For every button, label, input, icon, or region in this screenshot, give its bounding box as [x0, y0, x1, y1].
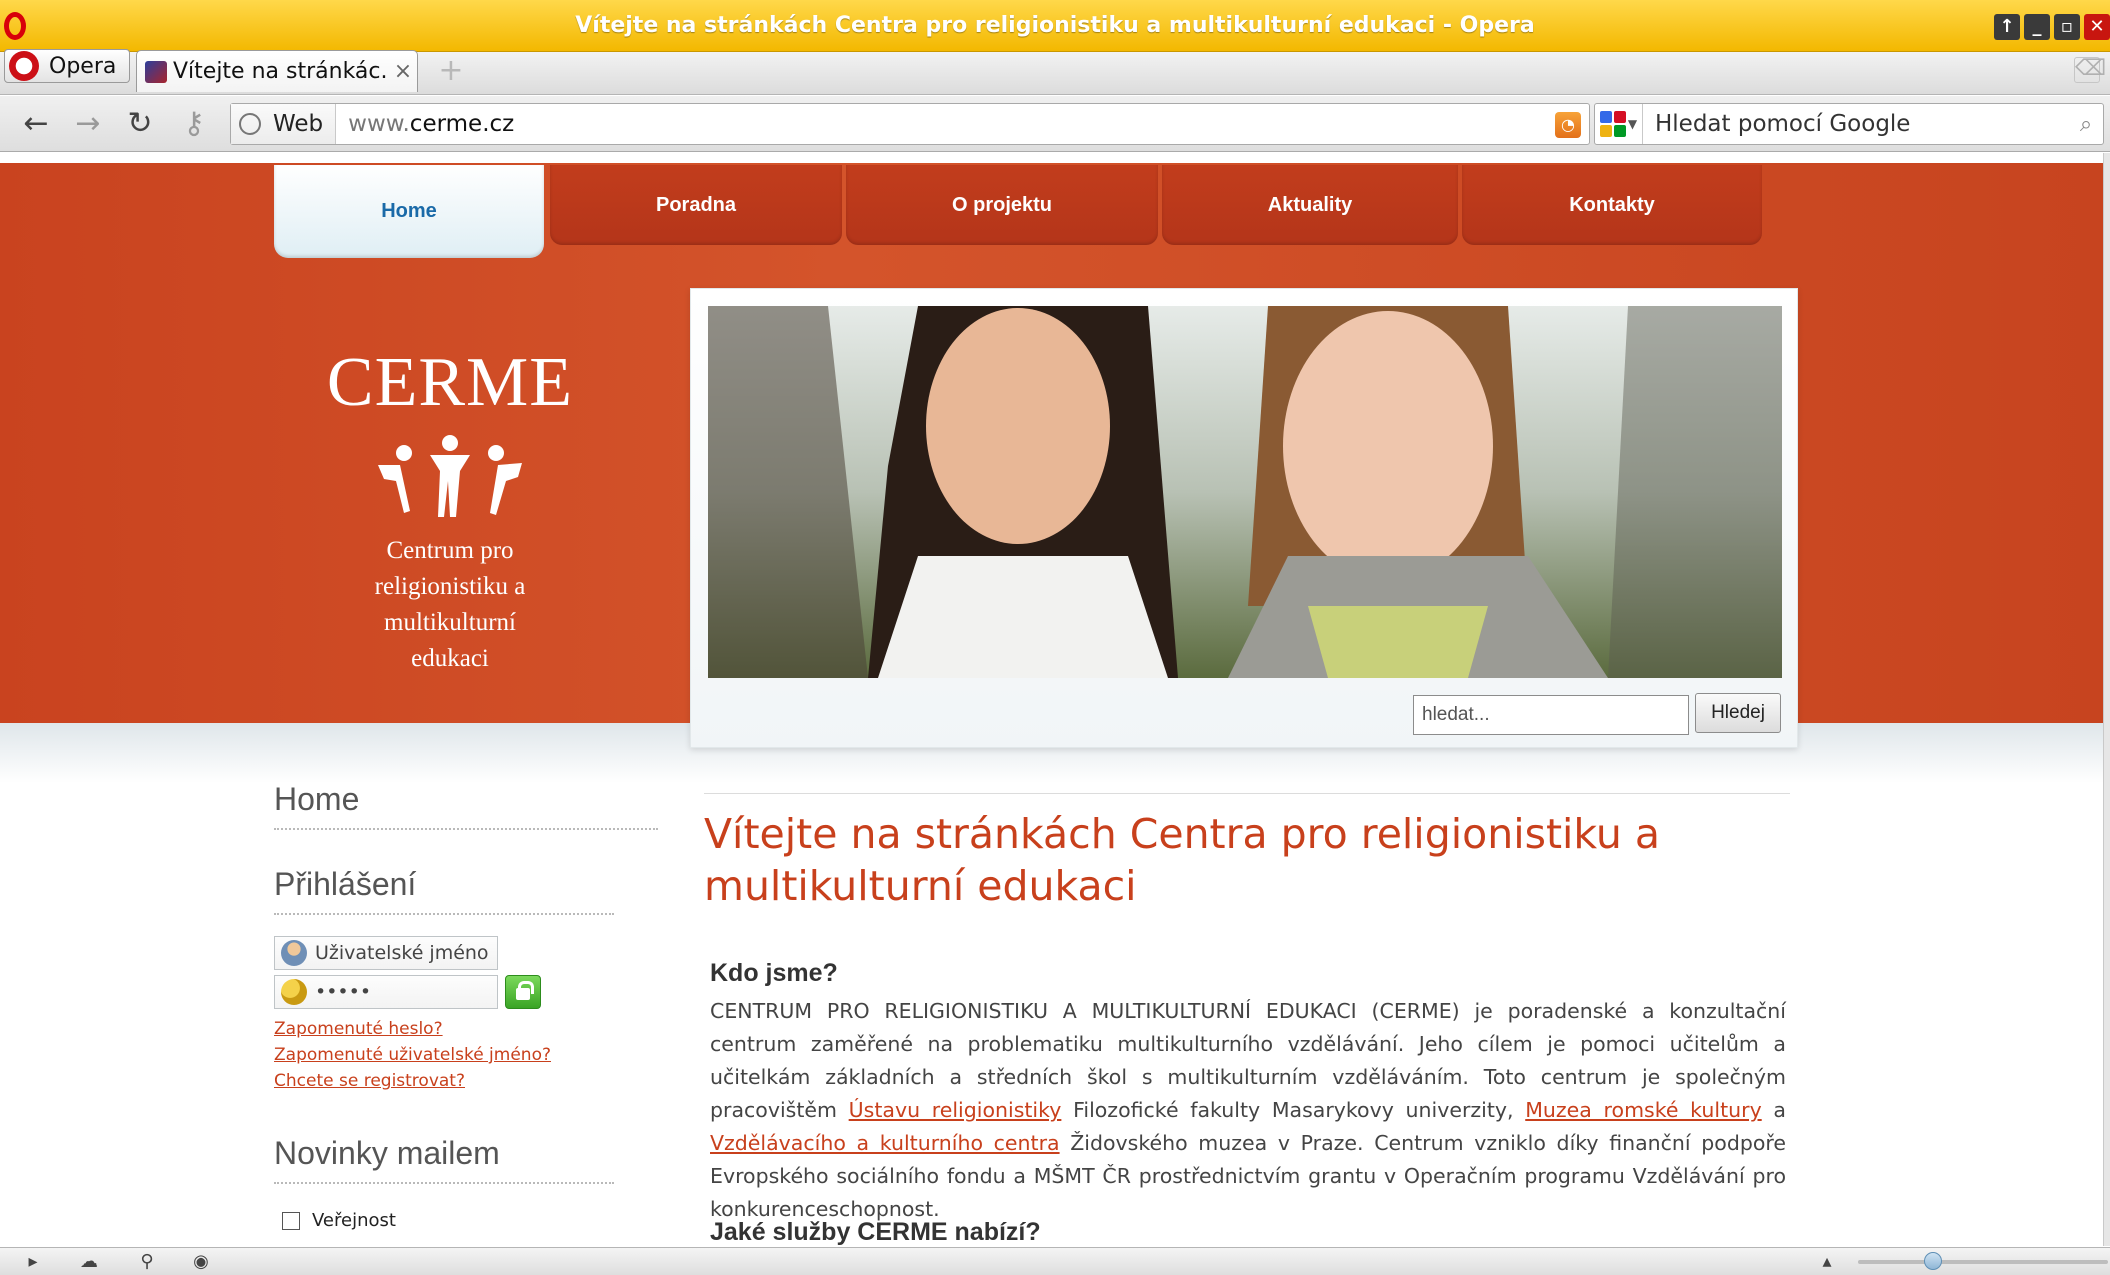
window-titlebar: Vítejte na stránkách Centra pro religion…: [0, 0, 2110, 52]
window-title: Vítejte na stránkách Centra pro religion…: [575, 13, 1535, 38]
window-close-button[interactable]: ✕: [2084, 14, 2110, 40]
search-engine-selector[interactable]: ▼: [1595, 104, 1643, 144]
url-domain: cerme.cz: [409, 111, 515, 137]
key-icon[interactable]: ⚷: [176, 106, 212, 142]
google-search-field[interactable]: ▼ Hledat pomocí Google ⌕: [1594, 103, 2104, 145]
site-nav-home[interactable]: Home: [274, 165, 544, 258]
web-page: Home Poradna O projektu Aktuality Kontak…: [0, 153, 2103, 1246]
forgot-password-link[interactable]: Zapomenuté heslo?: [274, 1019, 443, 1039]
page-scrollbar[interactable]: [2103, 153, 2110, 1246]
news-title: Novinky mailem: [274, 1135, 614, 1184]
url-prefix: www.: [348, 111, 410, 137]
site-favicon-icon: [145, 60, 167, 83]
sidebar-login-heading: Přihlášení: [274, 866, 614, 915]
register-link[interactable]: Chcete se registrovat?: [274, 1071, 465, 1091]
section-heading-services: Jaké služby CERME nabízí?: [710, 1218, 1041, 1246]
paragraph-text: a: [1761, 1098, 1786, 1122]
intro-paragraph: CENTRUM PRO RELIGIONISTIKU A MULTIKULTUR…: [710, 995, 1786, 1226]
newsletter-option-label: Veřejnost: [312, 1210, 396, 1231]
site-nav-kontakty[interactable]: Kontakty: [1462, 165, 1762, 245]
sidebar-news-heading: Novinky mailem: [274, 1135, 614, 1184]
zoom-slider-knob[interactable]: [1924, 1252, 1942, 1270]
site-nav-poradna[interactable]: Poradna: [550, 165, 842, 245]
newsletter-option[interactable]: Veřejnost: [282, 1210, 396, 1231]
google-icon: [1599, 111, 1626, 137]
tagline-line: religionistiku a: [374, 573, 526, 600]
browser-tab-active[interactable]: Vítejte na stránkác... ×: [136, 50, 418, 92]
panel-toggle-icon[interactable]: ▸: [22, 1251, 44, 1273]
banner-photo: [708, 306, 1782, 678]
link-muzeum-romske-kultury[interactable]: Muzea romské kultury: [1525, 1098, 1761, 1122]
site-nav-o-projektu[interactable]: O projektu: [846, 165, 1158, 245]
zoom-slider[interactable]: [1858, 1252, 2108, 1270]
google-search-placeholder: Hledat pomocí Google: [1655, 111, 1911, 137]
window-restore-button[interactable]: ▫: [2054, 14, 2080, 40]
password-mask: •••••: [315, 981, 372, 1003]
forward-icon[interactable]: →: [70, 106, 106, 142]
closed-tabs-icon[interactable]: ⌫: [2074, 57, 2106, 83]
tagline-line: multikulturní: [384, 609, 516, 636]
link-vzdelavaci-centrum[interactable]: Vzdělávacího a kulturního centra: [710, 1131, 1060, 1155]
site-logo[interactable]: CERME Centrum pro religionistiku a multi…: [300, 343, 600, 677]
rss-feed-icon[interactable]: ◔: [1555, 112, 1581, 138]
newsletter-checkbox[interactable]: [282, 1211, 300, 1230]
user-icon: [281, 940, 307, 966]
search-icon[interactable]: ⌕: [2069, 112, 2103, 137]
forgot-username-link[interactable]: Zapomenuté uživatelské jméno?: [274, 1045, 551, 1065]
back-icon[interactable]: ←: [18, 106, 54, 142]
window-up-icon[interactable]: ↑: [1994, 14, 2020, 40]
unite-icon[interactable]: ⚲: [136, 1251, 158, 1273]
zoom-menu-icon[interactable]: ▴: [1816, 1251, 1838, 1273]
tab-close-icon[interactable]: ×: [389, 59, 417, 84]
tagline-line: Centrum pro: [386, 537, 514, 564]
site-nav-aktuality[interactable]: Aktuality: [1162, 165, 1458, 245]
section-heading-who: Kdo jsme?: [710, 959, 838, 987]
site-info-button[interactable]: Web: [231, 104, 337, 144]
username-placeholder: Uživatelské jméno: [315, 942, 489, 964]
window-minimize-button[interactable]: _: [2024, 14, 2050, 40]
paragraph-text: Filozofické fakulty Masarykovy univerzit…: [1061, 1098, 1526, 1122]
logo-tagline: Centrum pro religionistiku a multikultur…: [300, 533, 600, 677]
status-bar: ▸ ☁ ⚲ ◉ ▴: [0, 1247, 2110, 1275]
new-tab-icon[interactable]: +: [437, 56, 465, 87]
opera-icon: [9, 51, 39, 81]
password-field[interactable]: •••••: [274, 975, 498, 1009]
page-title: Vítejte na stránkách Centra pro religion…: [704, 810, 1661, 910]
cloud-icon[interactable]: ☁: [78, 1251, 100, 1273]
content-divider: [704, 793, 1790, 794]
key-icon: [281, 979, 307, 1005]
link-ustav-religionistiky[interactable]: Ústavu religionistiky: [849, 1098, 1062, 1122]
login-lock-button[interactable]: [505, 975, 541, 1009]
username-field[interactable]: Uživatelské jméno: [274, 936, 498, 970]
login-title: Přihlášení: [274, 866, 614, 915]
site-search-input[interactable]: hledat...: [1413, 695, 1689, 735]
banner-frame: hledat... Hledej: [690, 288, 1798, 748]
web-label: Web: [273, 111, 324, 137]
logo-brand: CERME: [326, 344, 574, 421]
tab-title: Vítejte na stránkác...: [173, 59, 389, 84]
site-search-button[interactable]: Hledej: [1695, 693, 1781, 733]
turbo-icon[interactable]: ◉: [190, 1251, 212, 1273]
navigation-toolbar: ← → ↻ ⚷ Web www. cerme.cz ◔ ▼ Hledat pom…: [0, 96, 2110, 152]
opera-menu-label: Opera: [49, 53, 117, 79]
sidebar-home-title[interactable]: Home: [274, 781, 658, 830]
sidebar-home-heading: Home: [274, 781, 658, 830]
address-bar[interactable]: Web www. cerme.cz ◔: [230, 103, 1590, 145]
globe-icon: [239, 113, 261, 135]
tagline-line: edukaci: [411, 645, 489, 672]
reload-icon[interactable]: ↻: [122, 106, 158, 142]
people-figures-icon: [378, 435, 522, 517]
opera-menu-button[interactable]: Opera: [4, 49, 130, 83]
banner-photo-image: [708, 306, 1782, 678]
